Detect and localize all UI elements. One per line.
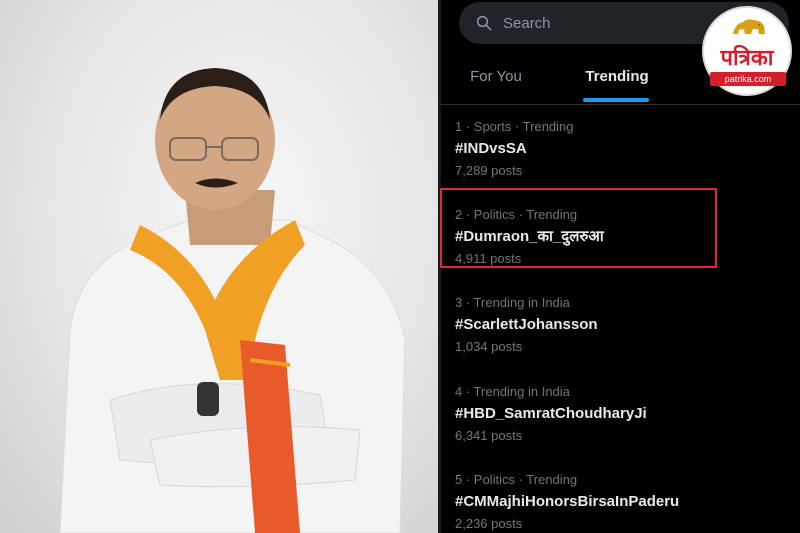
trend-meta: 1 · Sports · Trending bbox=[455, 119, 574, 134]
trend-item[interactable]: 5 · Politics · Trending #CMMajhiHonorsBi… bbox=[455, 471, 785, 533]
highlight-box bbox=[440, 188, 717, 268]
active-tab-indicator bbox=[583, 98, 649, 102]
tab-for-you[interactable]: For You bbox=[451, 48, 541, 104]
lion-emblem-icon bbox=[733, 19, 765, 34]
trend-hashtag: #CMMajhiHonorsBirsaInPaderu bbox=[455, 493, 680, 510]
trend-post-count: 6,341 posts bbox=[455, 428, 523, 443]
trend-item[interactable]: 3 · Trending in India #ScarlettJohansson… bbox=[455, 294, 785, 356]
tabs-divider bbox=[441, 104, 800, 105]
trend-meta: 4 · Trending in India bbox=[455, 384, 570, 399]
trend-hashtag: #ScarlettJohansson bbox=[455, 316, 598, 333]
trend-post-count: 7,289 posts bbox=[455, 163, 523, 178]
tab-trending[interactable]: Trending bbox=[573, 48, 661, 104]
logo-wordmark: पत्रिका bbox=[720, 46, 774, 71]
trend-post-count: 2,236 posts bbox=[455, 516, 523, 531]
trend-hashtag: #INDvsSA bbox=[455, 140, 527, 157]
trend-hashtag: #HBD_SamratChoudharyJi bbox=[455, 405, 647, 422]
portrait-illustration bbox=[59, 68, 406, 533]
trend-meta: 5 · Politics · Trending bbox=[455, 472, 578, 487]
patrika-logo: पत्रिका patrika.com bbox=[702, 6, 792, 96]
trend-post-count: 1,034 posts bbox=[455, 339, 523, 354]
logo-url: patrika.com bbox=[710, 72, 786, 86]
trend-item[interactable]: 4 · Trending in India #HBD_SamratChoudha… bbox=[455, 383, 785, 445]
search-icon bbox=[476, 15, 492, 31]
trend-meta: 3 · Trending in India bbox=[455, 295, 570, 310]
trend-item[interactable]: 1 · Sports · Trending #INDvsSA 7,289 pos… bbox=[455, 118, 785, 180]
portrait-photo bbox=[0, 0, 440, 533]
search-placeholder: Search bbox=[503, 14, 551, 32]
